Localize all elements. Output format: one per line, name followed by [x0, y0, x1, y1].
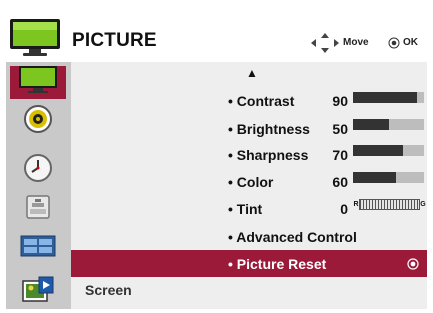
menu-option-advanced-control[interactable]: • Advanced Control — [228, 229, 357, 245]
sidebar-item-option[interactable] — [10, 193, 66, 226]
option-value: 50 — [332, 121, 348, 137]
level-bar[interactable] — [353, 92, 424, 103]
footer-label: Screen — [85, 282, 132, 298]
move-arrows-icon — [310, 32, 340, 59]
header: PICTURE Move OK — [0, 0, 433, 64]
level-bar-fill — [353, 172, 396, 183]
level-bar-fill — [353, 119, 389, 130]
page-title: PICTURE — [72, 30, 157, 51]
level-bar-fill — [353, 145, 403, 156]
speaker-audio-icon — [23, 104, 53, 139]
sidebar-item-screen[interactable] — [10, 232, 66, 265]
toolbox-option-icon — [23, 192, 53, 227]
option-value: 90 — [332, 93, 348, 109]
option-value: 0 — [340, 201, 348, 217]
ok-hint-label: OK — [403, 37, 418, 48]
tv-header-icon — [9, 18, 61, 63]
option-label: • Brightness — [228, 121, 310, 137]
scroll-up-arrow[interactable]: ▲ — [246, 66, 258, 80]
level-bar-fill — [353, 92, 417, 103]
option-label: • Tint — [228, 201, 263, 217]
move-hint-label: Move — [343, 37, 369, 48]
photo-media-icon — [21, 275, 55, 310]
option-value: 70 — [332, 147, 348, 163]
level-bar[interactable] — [353, 119, 424, 130]
level-bar[interactable] — [353, 145, 424, 156]
tint-scale — [359, 199, 420, 210]
ok-button-icon — [388, 36, 400, 54]
option-label: • Color — [228, 174, 274, 190]
sidebar-item-media[interactable] — [10, 276, 66, 309]
tint-green-label: G — [420, 201, 426, 208]
level-bar[interactable] — [353, 172, 424, 183]
ok-select-icon — [407, 257, 419, 275]
osd-screen: PICTURE Move OK ▲ • Contrast 90 • Bright… — [0, 0, 433, 313]
screen-grid-icon — [20, 233, 56, 264]
sidebar-item-time[interactable] — [10, 154, 66, 187]
picture-reset-label: • Picture Reset — [228, 256, 327, 272]
tv-picture-icon — [18, 65, 58, 100]
option-label: • Contrast — [228, 93, 295, 109]
sidebar-item-picture[interactable] — [10, 66, 66, 99]
tint-slider[interactable]: R G — [353, 199, 426, 210]
option-value: 60 — [332, 174, 348, 190]
clock-time-icon — [23, 153, 53, 188]
sidebar-item-audio[interactable] — [10, 105, 66, 138]
option-label: • Sharpness — [228, 147, 309, 163]
